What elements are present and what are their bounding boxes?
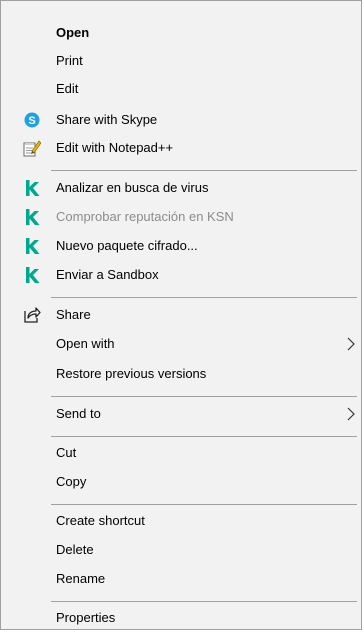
menu-item-label: Rename — [56, 571, 106, 586]
skype-icon: S — [24, 112, 40, 128]
menu-item-open[interactable]: Open — [1, 21, 361, 45]
share-icon — [24, 307, 41, 323]
menu-item-label: Send to — [56, 406, 101, 421]
menu-item-delete[interactable]: Delete — [1, 538, 361, 562]
menu-item-nuevo-paquete-cifrado[interactable]: Nuevo paquete cifrado... — [1, 234, 361, 258]
menu-item-label: Share — [56, 307, 91, 322]
menu-item-cut[interactable]: Cut — [1, 441, 361, 465]
menu-separator — [51, 504, 357, 505]
menu-item-label: Share with Skype — [56, 112, 158, 127]
kaspersky-k-icon — [26, 267, 40, 283]
menu-separator — [51, 297, 357, 298]
menu-item-create-shortcut[interactable]: Create shortcut — [1, 509, 361, 533]
chevron-right-icon — [347, 337, 355, 351]
menu-item-label: Open with — [56, 336, 115, 351]
menu-item-label: Analizar en busca de virus — [56, 180, 209, 195]
menu-item-share[interactable]: Share — [1, 303, 361, 327]
menu-item-label: Edit — [56, 81, 79, 96]
menu-item-share-with-skype[interactable]: S Share with Skype — [1, 108, 361, 132]
menu-item-label: Enviar a Sandbox — [56, 267, 159, 282]
menu-item-edit-with-notepad-plus-plus[interactable]: Edit with Notepad++ — [1, 136, 361, 160]
menu-item-print[interactable]: Print — [1, 49, 361, 73]
menu-separator — [51, 170, 357, 171]
menu-item-edit[interactable]: Edit — [1, 77, 361, 101]
menu-item-analizar-virus[interactable]: Analizar en busca de virus — [1, 176, 361, 200]
chevron-right-icon — [347, 407, 355, 421]
menu-item-comprobar-reputacion-ksn: Comprobar reputación en KSN — [1, 205, 361, 229]
menu-item-label: Restore previous versions — [56, 366, 207, 381]
menu-item-rename[interactable]: Rename — [1, 567, 361, 591]
menu-item-label: Edit with Notepad++ — [56, 140, 174, 155]
menu-item-open-with[interactable]: Open with — [1, 332, 361, 356]
menu-item-label: Comprobar reputación en KSN — [56, 209, 234, 224]
menu-item-send-to[interactable]: Send to — [1, 402, 361, 426]
notepad-plus-plus-icon — [23, 140, 41, 157]
menu-item-copy[interactable]: Copy — [1, 470, 361, 494]
kaspersky-k-icon — [26, 238, 40, 254]
menu-item-label: Delete — [56, 542, 94, 557]
context-menu: Open Print Edit S Share with Skype Edit … — [0, 0, 362, 630]
menu-item-label: Open — [56, 25, 90, 40]
menu-item-label: Copy — [56, 474, 87, 489]
menu-item-restore-previous-versions[interactable]: Restore previous versions — [1, 362, 361, 386]
menu-separator — [51, 436, 357, 437]
kaspersky-k-icon — [26, 209, 40, 225]
menu-item-label: Create shortcut — [56, 513, 145, 528]
menu-separator — [51, 396, 357, 397]
svg-text:S: S — [28, 115, 35, 127]
menu-item-label: Nuevo paquete cifrado... — [56, 238, 198, 253]
menu-item-properties[interactable]: Properties — [1, 606, 361, 630]
menu-item-label: Print — [56, 53, 83, 68]
menu-item-label: Cut — [56, 445, 77, 460]
menu-separator — [51, 601, 357, 602]
menu-item-enviar-a-sandbox[interactable]: Enviar a Sandbox — [1, 263, 361, 287]
kaspersky-k-icon — [26, 180, 40, 196]
menu-item-label: Properties — [56, 610, 116, 625]
